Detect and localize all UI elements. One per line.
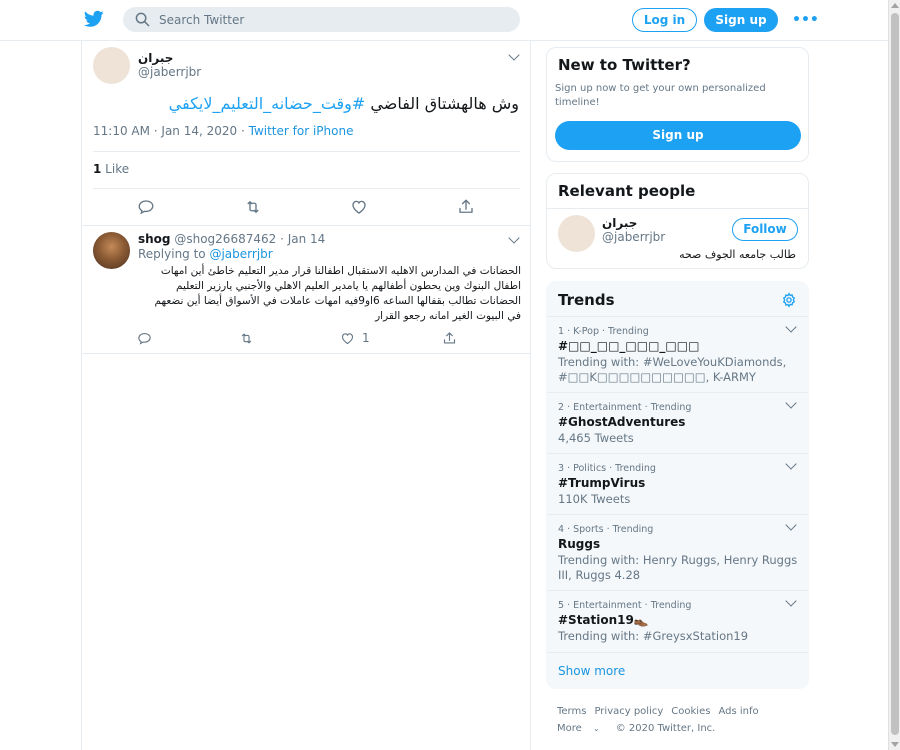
hashtag-link[interactable]: #وقت_حضانه_التعليم_لايكفي bbox=[169, 94, 366, 113]
reply-icon[interactable] bbox=[137, 331, 152, 346]
tweet-source-link[interactable]: Twitter for iPhone bbox=[249, 124, 354, 138]
trend-subtitle: Trending with: Henry Ruggs, Henry Ruggs … bbox=[558, 553, 798, 582]
card-description: Sign up now to get your own personalized… bbox=[555, 83, 766, 108]
like-count[interactable]: 1 Like bbox=[93, 162, 129, 176]
trend-name[interactable]: #GhostAdventures bbox=[558, 415, 685, 429]
trend-item[interactable]: 5 · Entertainment · Trending #Station19👞… bbox=[547, 590, 808, 652]
reply-icon[interactable] bbox=[137, 198, 155, 216]
scroll-down-arrow-icon[interactable] bbox=[891, 742, 899, 747]
search-input[interactable] bbox=[159, 9, 499, 30]
footer-copyright: © 2020 Twitter, Inc. bbox=[615, 723, 716, 734]
chevron-down-icon[interactable] bbox=[785, 321, 797, 333]
chevron-down-icon[interactable] bbox=[508, 232, 520, 244]
main-tweet: جبران @jaberrjbr وش هالهشتاق الفاضي #وقت… bbox=[82, 41, 530, 226]
retweet-icon[interactable] bbox=[239, 331, 254, 346]
footer-terms-link[interactable]: Terms bbox=[557, 706, 586, 717]
share-icon[interactable] bbox=[457, 198, 475, 216]
reply-text: الحضانات في المدارس الاهليه الاستقبال اط… bbox=[154, 265, 522, 322]
chevron-down-icon: ⌄ bbox=[592, 724, 600, 733]
trend-subtitle: Trending with: #GreysxStation19 bbox=[558, 629, 749, 643]
scrollbar-thumb[interactable] bbox=[891, 13, 899, 735]
trend-meta: 5 · Entertainment · Trending bbox=[558, 600, 692, 611]
chevron-down-icon[interactable] bbox=[785, 458, 797, 470]
login-button[interactable]: Log in bbox=[632, 8, 697, 32]
twitter-logo-icon[interactable] bbox=[84, 10, 104, 28]
person-bio: طالب جامعه الجوف صحه bbox=[679, 248, 796, 261]
tweet-author-handle[interactable]: @jaberrjbr bbox=[138, 65, 201, 79]
timeline-column: جبران @jaberrjbr وش هالهشتاق الفاضي #وقت… bbox=[81, 41, 531, 750]
gear-icon[interactable] bbox=[781, 292, 797, 308]
reply-tweet: shog @shog26687462 · Jan 14 Replying to … bbox=[82, 226, 530, 354]
replying-to-link[interactable]: @jaberrjbr bbox=[209, 247, 272, 261]
card-title: Trends bbox=[558, 291, 615, 309]
footer-more-button[interactable]: More ⌄ bbox=[557, 723, 608, 734]
trend-subtitle: 110K Tweets bbox=[558, 492, 631, 506]
trend-item[interactable]: 4 · Sports · Trending Ruggs Trending wit… bbox=[547, 514, 808, 591]
trend-meta: 1 · K-Pop · Trending bbox=[558, 326, 649, 337]
retweet-icon[interactable] bbox=[244, 198, 262, 216]
trend-meta: 3 · Politics · Trending bbox=[558, 463, 656, 474]
tweet-timestamp: 11:10 AM · Jan 14, 2020 · Twitter for iP… bbox=[93, 124, 353, 138]
follow-button[interactable]: Follow bbox=[732, 218, 798, 241]
trend-item[interactable]: 3 · Politics · Trending #TrumpVirus 110K… bbox=[547, 453, 808, 515]
avatar[interactable] bbox=[93, 232, 130, 269]
trends-card: Trends 1 · K-Pop · Trending #□□_□□_□□□_□… bbox=[546, 281, 809, 689]
reply-like-count: 1 bbox=[362, 331, 370, 345]
footer-cookies-link[interactable]: Cookies bbox=[671, 706, 710, 717]
avatar[interactable] bbox=[558, 215, 595, 252]
tweet-author-name[interactable]: جبران bbox=[138, 51, 173, 65]
like-icon[interactable] bbox=[350, 198, 368, 216]
reply-author-name[interactable]: shog bbox=[138, 232, 171, 246]
chevron-down-icon[interactable] bbox=[785, 519, 797, 531]
chevron-down-icon[interactable] bbox=[785, 595, 797, 607]
tweet-text: وش هالهشتاق الفاضي #وقت_حضانه_التعليم_لا… bbox=[169, 94, 519, 113]
avatar[interactable] bbox=[93, 47, 130, 84]
scrollbar[interactable] bbox=[888, 0, 900, 750]
show-more-link[interactable]: Show more bbox=[558, 664, 625, 678]
person-handle[interactable]: @jaberrjbr bbox=[602, 230, 665, 244]
more-menu-icon[interactable]: ••• bbox=[792, 12, 819, 28]
trend-subtitle: Trending with: #WeLoveYouKDiamonds, #□□K… bbox=[558, 355, 787, 384]
card-title: New to Twitter? bbox=[558, 56, 691, 74]
scroll-up-arrow-icon[interactable] bbox=[891, 3, 899, 8]
tweet-text-body: وش هالهشتاق الفاضي bbox=[365, 94, 519, 113]
footer-ads-link[interactable]: Ads info bbox=[718, 706, 758, 717]
trend-name[interactable]: Ruggs bbox=[558, 537, 600, 551]
chevron-down-icon[interactable] bbox=[508, 49, 520, 61]
search-icon bbox=[135, 12, 150, 27]
signup-button[interactable]: Sign up bbox=[704, 8, 778, 32]
share-icon[interactable] bbox=[442, 331, 457, 346]
reply-date[interactable]: · Jan 14 bbox=[280, 232, 325, 246]
divider bbox=[547, 652, 808, 653]
trend-item[interactable]: 2 · Entertainment · Trending #GhostAdven… bbox=[547, 392, 808, 453]
sidebar-signup-button[interactable]: Sign up bbox=[555, 121, 801, 150]
timestamp-text[interactable]: 11:10 AM · Jan 14, 2020 · bbox=[93, 124, 249, 138]
divider bbox=[547, 208, 808, 209]
footer-privacy-link[interactable]: Privacy policy bbox=[594, 706, 663, 717]
trend-item[interactable]: 1 · K-Pop · Trending #□□_□□_□□□_□□□ Tren… bbox=[547, 316, 808, 393]
reply-author-handle[interactable]: @shog26687462 bbox=[174, 232, 276, 246]
divider bbox=[93, 151, 520, 152]
replying-to: Replying to @jaberrjbr bbox=[138, 247, 273, 261]
chevron-down-icon[interactable] bbox=[785, 397, 797, 409]
trend-meta: 4 · Sports · Trending bbox=[558, 524, 654, 535]
new-to-twitter-card: New to Twitter? Sign up now to get your … bbox=[546, 47, 809, 162]
top-bar: Log in Sign up ••• bbox=[0, 0, 888, 41]
like-icon[interactable] bbox=[340, 331, 355, 346]
trend-subtitle: 4,465 Tweets bbox=[558, 431, 634, 445]
divider bbox=[93, 188, 520, 189]
trend-name[interactable]: #□□_□□_□□□_□□□ bbox=[558, 339, 699, 353]
footer-links: Terms Privacy policy Cookies Ads info More … bbox=[557, 703, 797, 737]
reply-header: shog @shog26687462 · Jan 14 bbox=[138, 232, 325, 246]
replying-to-prefix: Replying to bbox=[138, 247, 210, 261]
relevant-people-card: Relevant people جبران @jaberrjbr Follow … bbox=[546, 173, 809, 269]
search-box[interactable] bbox=[123, 7, 520, 32]
trend-name[interactable]: #Station19👞 bbox=[558, 613, 649, 627]
person-name[interactable]: جبران bbox=[602, 216, 637, 230]
footer-more-label: More bbox=[557, 723, 582, 734]
card-title: Relevant people bbox=[558, 182, 696, 200]
trend-meta: 2 · Entertainment · Trending bbox=[558, 402, 692, 413]
like-count-label: Like bbox=[101, 162, 130, 176]
trend-name[interactable]: #TrumpVirus bbox=[558, 476, 645, 490]
